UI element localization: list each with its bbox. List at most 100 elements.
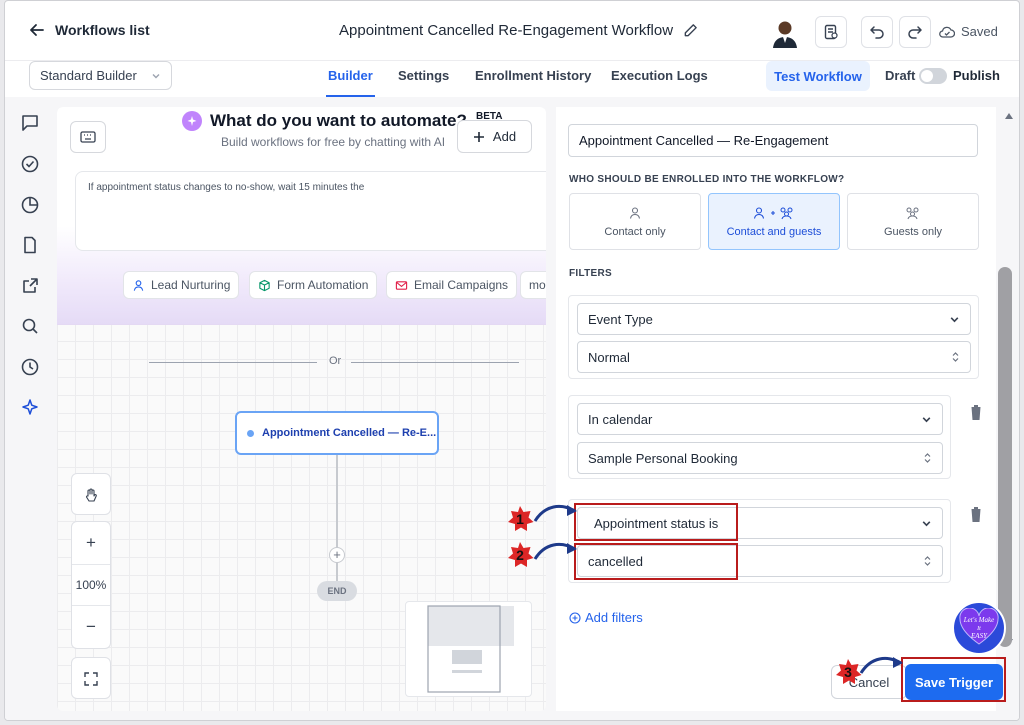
filter-field-value: Appointment status is (594, 515, 719, 531)
add-button[interactable]: Add (457, 120, 532, 153)
trash-icon[interactable] (968, 505, 984, 523)
scrollbar-thumb[interactable] (998, 267, 1012, 647)
user-avatar[interactable] (771, 18, 799, 48)
back-to-workflows-link[interactable]: Workflows list (29, 22, 150, 38)
tab-execution-logs[interactable]: Execution Logs (611, 68, 708, 83)
workflow-canvas[interactable]: What do you want to automate? BETA Build… (57, 107, 546, 711)
publish-label[interactable]: Publish (953, 68, 1000, 83)
pencil-icon[interactable] (683, 23, 698, 38)
hand-icon (85, 488, 97, 502)
chip-form-automation[interactable]: Form Automation (249, 271, 378, 299)
group-icon (906, 207, 919, 219)
watermark-logo: Let's Make It EASY (952, 601, 1006, 655)
chip-more[interactable]: mo (520, 271, 546, 299)
chat-icon[interactable] (20, 113, 40, 133)
or-divider-right (351, 362, 519, 363)
minimap[interactable] (405, 601, 532, 697)
zoom-out-button[interactable]: − (72, 606, 110, 648)
chip-label: Lead Nurturing (151, 278, 231, 292)
pie-chart-icon[interactable] (20, 195, 40, 215)
search-icon[interactable] (20, 316, 40, 336)
enroll-heading: WHO SHOULD BE ENROLLED INTO THE WORKFLOW… (569, 174, 845, 185)
tab-builder[interactable]: Builder (326, 68, 375, 97)
sub-navigation: Standard Builder Builder Settings Enroll… (5, 61, 1019, 99)
zoom-controls: + 100% − (71, 521, 111, 649)
filter-field-select[interactable]: Appointment status is (577, 507, 943, 539)
notes-button[interactable] (815, 16, 847, 48)
step-2-badge: 2 (508, 542, 534, 567)
undo-button[interactable] (861, 16, 893, 48)
chip-label: mo (529, 278, 546, 292)
filter-value-select[interactable]: cancelled (577, 545, 943, 577)
chip-label: Form Automation (277, 278, 369, 292)
ai-prompt-input[interactable]: If appointment status changes to no-show… (75, 171, 546, 251)
add-action-button[interactable]: + (329, 547, 345, 563)
zoom-level: 100% (72, 564, 110, 606)
trigger-name-input[interactable]: Appointment Cancelled — Re-Engagement (568, 124, 978, 157)
step-1-badge: 1 (508, 506, 534, 531)
ai-builder-panel: What do you want to automate? BETA Build… (57, 107, 546, 325)
option-contact-and-guests[interactable]: Contact and guests (708, 193, 840, 250)
trigger-settings-panel: Appointment Cancelled — Re-Engagement WH… (556, 107, 1003, 711)
filter-field-select[interactable]: Event Type (577, 303, 971, 335)
test-workflow-button[interactable]: Test Workflow (766, 61, 870, 91)
trigger-node-label: Appointment Cancelled — Re-E... (262, 427, 437, 439)
trigger-node[interactable]: Appointment Cancelled — Re-E... (235, 411, 439, 455)
option-guests-only[interactable]: Guests only (847, 193, 979, 250)
option-label: Contact and guests (726, 225, 822, 238)
tab-settings[interactable]: Settings (398, 68, 449, 83)
builder-select-value: Standard Builder (40, 68, 137, 83)
filter-value-text: Normal (588, 349, 630, 365)
history-icon[interactable] (20, 357, 40, 377)
saved-status: Saved (939, 24, 998, 39)
pan-tool[interactable] (71, 473, 111, 515)
up-down-icon (924, 453, 931, 463)
save-trigger-button[interactable]: Save Trigger (905, 664, 1003, 700)
add-filters-link[interactable]: Add filters (569, 610, 643, 625)
filter-field-select[interactable]: In calendar (577, 403, 943, 435)
keyboard-icon (80, 131, 96, 143)
draft-label: Draft (885, 68, 916, 83)
filter-value-select[interactable]: Normal (577, 341, 971, 373)
redo-button[interactable] (899, 16, 931, 48)
person-icon (629, 206, 641, 219)
back-label: Workflows list (55, 22, 150, 38)
chevron-down-icon (922, 520, 931, 526)
tab-enrollment-history[interactable]: Enrollment History (475, 68, 591, 83)
file-icon[interactable] (20, 235, 40, 255)
add-button-label: Add (492, 129, 517, 144)
filter-value-select[interactable]: Sample Personal Booking (577, 442, 943, 474)
filter-field-value: In calendar (588, 411, 653, 427)
annotation-arrow-2 (533, 542, 577, 560)
connector-line (336, 455, 338, 585)
trash-icon[interactable] (968, 403, 984, 421)
cube-icon (259, 279, 270, 291)
publish-toggle[interactable] (919, 68, 947, 84)
mail-icon (395, 280, 408, 290)
filters-heading: FILTERS (569, 268, 613, 279)
cloud-check-icon (939, 26, 955, 38)
up-down-icon (924, 556, 931, 566)
or-label: Or (329, 355, 342, 367)
add-filters-label: Add filters (585, 610, 643, 625)
annotation-arrow-3 (859, 656, 903, 674)
external-link-icon[interactable] (20, 276, 40, 296)
check-circle-icon[interactable] (20, 154, 40, 174)
chip-lead-nurturing[interactable]: Lead Nurturing (123, 271, 240, 299)
option-contact-only[interactable]: Contact only (569, 193, 701, 250)
keyboard-button[interactable] (70, 121, 106, 153)
filter-value-text: cancelled (588, 553, 643, 569)
workflow-title: Appointment Cancelled Re-Engagement Work… (339, 22, 698, 39)
builder-select[interactable]: Standard Builder (29, 61, 172, 90)
chip-email-campaigns[interactable]: Email Campaigns (386, 271, 518, 299)
arrow-left-icon (30, 24, 44, 36)
watermark-line-3: EASY (970, 632, 988, 640)
undo-icon (870, 26, 884, 39)
fit-view-button[interactable] (71, 657, 111, 699)
chip-label: Email Campaigns (414, 278, 509, 292)
sparkle-icon[interactable] (20, 398, 40, 418)
chevron-down-icon (950, 316, 959, 322)
filter-field-value: Event Type (588, 311, 653, 327)
zoom-in-button[interactable]: + (72, 522, 110, 564)
chevron-down-icon (922, 416, 931, 422)
